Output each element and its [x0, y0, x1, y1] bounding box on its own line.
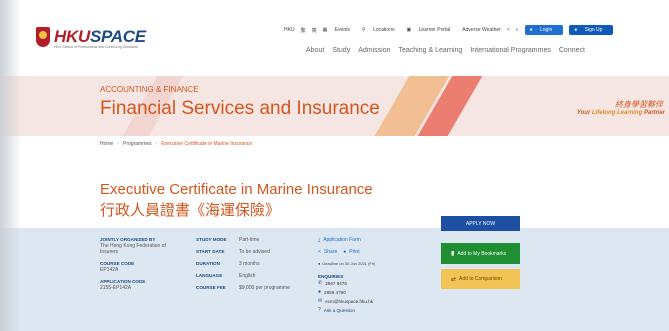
course-title-cn: 行政人員證書《海運保險》	[100, 201, 281, 219]
chevron-right-icon: ›	[117, 141, 120, 147]
deadline-note: ● Deadline on 30 Jun 2021 (Fri)	[318, 261, 376, 266]
language-label: LANGUAGE	[196, 273, 223, 278]
lang-sc-link[interactable]: 简	[312, 27, 317, 34]
email-link[interactable]: ✉ ecm@hkuspace.hku.hk	[318, 298, 428, 304]
jointly-label: JOINTLY ORGANIZED BY	[100, 237, 156, 242]
logo-wordmark: HKUSPACE	[54, 27, 146, 46]
phone-icon: ✆	[318, 280, 323, 286]
mail-icon: ✉	[318, 298, 323, 304]
phone-2[interactable]: ● 2858 4750	[318, 289, 428, 295]
info-column-details: STUDY MODE Part-time START DATE To be advi…	[196, 237, 306, 297]
print-link[interactable]: Print	[349, 249, 359, 255]
portal-icon: ▣	[406, 27, 412, 33]
events-link[interactable]: ▦ Events	[323, 27, 356, 33]
course-code-value: EP142A	[100, 267, 119, 273]
user-plus-icon: ●	[574, 27, 578, 33]
site-header: HKUSPACE HKU School of Professional and …	[0, 0, 669, 76]
start-date-value: To be advised	[239, 249, 270, 255]
nav-study[interactable]: Study	[332, 47, 350, 54]
nav-teaching-learning[interactable]: Teaching & Learning	[399, 47, 463, 54]
lang-tc-link[interactable]: 繁	[301, 27, 306, 34]
crest-icon	[36, 27, 50, 47]
duration-label: DURATION	[196, 261, 220, 266]
info-column-organizer: JOINTLY ORGANIZED BY The Hong Kong Feder…	[100, 237, 170, 297]
nav-admission[interactable]: Admission	[358, 47, 390, 54]
course-fee-label: COURSE FEE	[196, 285, 226, 290]
course-code-label: COURSE CODE	[100, 261, 135, 266]
signup-button[interactable]: ● Sign Up	[569, 25, 614, 35]
ask-question-link[interactable]: ? Ask a Question	[318, 307, 428, 313]
course-info-panel: JOINTLY ORGANIZED BY The Hong Kong Feder…	[0, 228, 669, 331]
banner-title: Financial Services and Insurance	[100, 98, 380, 119]
print-icon: ●	[343, 249, 347, 255]
category-banner: ACCOUNTING & FINANCE Financial Services …	[0, 76, 669, 136]
course-title-en: Executive Certificate in Marine Insuranc…	[100, 181, 373, 198]
breadcrumb-home[interactable]: Home	[100, 141, 113, 147]
nav-international[interactable]: International Programmes	[470, 47, 551, 54]
duration-value: 3 months	[239, 261, 260, 267]
share-icon: <	[318, 249, 321, 255]
hku-link[interactable]: HKU	[284, 27, 295, 33]
person-icon: ●	[318, 289, 322, 295]
language-value: English	[239, 273, 256, 279]
question-icon: ?	[318, 307, 321, 313]
nav-about[interactable]: About	[306, 47, 324, 54]
application-code-label: APPLICATION CODE	[100, 279, 146, 284]
enquiries-label: ENQUIRIES	[318, 274, 344, 279]
login-button[interactable]: ● Login	[524, 25, 564, 35]
banner-category: ACCOUNTING & FINANCE	[100, 85, 199, 94]
breadcrumb-programmes[interactable]: Programmes	[123, 141, 152, 147]
share-link[interactable]: Share	[324, 249, 337, 255]
jointly-value: The Hong Kong Federation of Insurers	[100, 243, 166, 255]
learner-portal-link[interactable]: ▣ Learner Portal	[406, 27, 456, 33]
download-icon: ⤓	[318, 237, 321, 243]
clock-icon: ●	[318, 261, 321, 266]
hkuspace-logo[interactable]: HKUSPACE HKU School of Professional and …	[36, 24, 146, 50]
adverse-weather-link[interactable]: Adverse Weather	[462, 27, 501, 33]
compare-icon: ⇄	[451, 276, 457, 283]
share-print-row: < Share ● Print	[318, 249, 428, 255]
main-nav: About Study Admission Teaching & Learnin…	[306, 47, 593, 54]
info-column-links: ⤓ Application Form < Share ● Print ● Deadlin…	[318, 237, 428, 316]
start-date-label: START DATE	[196, 249, 225, 254]
application-code-value: 2155-EP142A	[100, 285, 132, 291]
chevron-right-icon: ›	[155, 141, 158, 147]
tagline-en: Your Lifelong Learning Partner	[576, 110, 665, 116]
course-fee-value: $9,000 per programme	[239, 285, 290, 291]
breadcrumb-current: Executive Certificate in Marine Insuranc…	[161, 141, 253, 147]
breadcrumb: Home › Programmes › Executive Certificate in…	[100, 141, 252, 147]
study-mode-label: STUDY MODE	[196, 237, 227, 242]
study-mode-value: Part-time	[239, 237, 260, 243]
phone-1[interactable]: ✆ 2867 8476	[318, 280, 428, 286]
user-icon: ●	[529, 27, 533, 33]
utility-bar: HKU 繁 简 ▦ Events ⚲ Locations ▣ Learner P…	[284, 25, 619, 35]
add-bookmark-button[interactable]: ▮ Add to My Bookmarks	[441, 243, 520, 264]
share-icon[interactable]: <	[507, 27, 510, 33]
calendar-icon: ▦	[322, 27, 328, 33]
tagline-cn: 終身學習夥伴	[615, 100, 663, 109]
search-icon[interactable]: ⌕	[516, 27, 519, 33]
bookmark-icon: ▮	[451, 251, 455, 257]
apply-now-button[interactable]: APPLY NOW	[441, 216, 520, 231]
add-comparison-button[interactable]: ⇄ Add to Comparison	[441, 269, 520, 289]
pin-icon: ⚲	[362, 27, 366, 33]
logo-subtext: HKU School of Professional and Continuin…	[54, 45, 139, 49]
locations-link[interactable]: ⚲ Locations	[362, 27, 400, 33]
nav-connect[interactable]: Connect	[559, 47, 585, 54]
application-form-link[interactable]: ⤓ Application Form	[318, 237, 428, 243]
